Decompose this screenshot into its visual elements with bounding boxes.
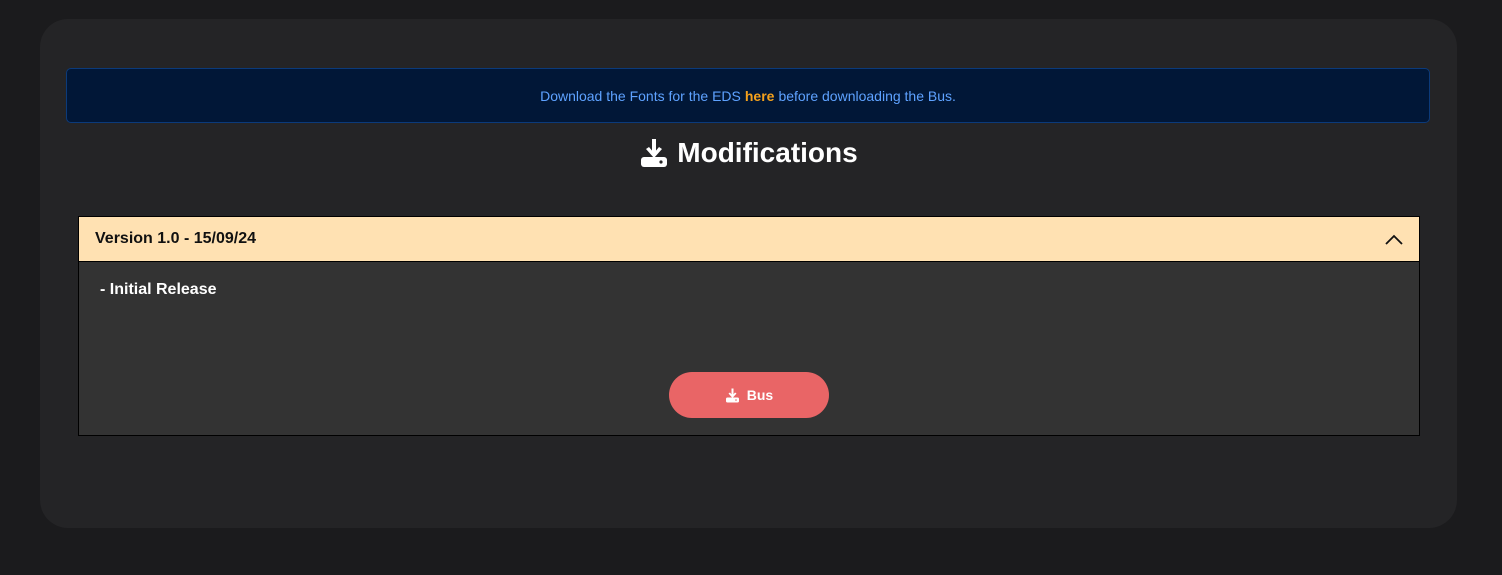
main-card: Download the Fonts for the EDS here befo… xyxy=(40,19,1457,528)
bus-download-button[interactable]: Bus xyxy=(669,372,829,418)
fonts-link[interactable]: here xyxy=(745,88,775,104)
chevron-up-icon[interactable] xyxy=(1385,233,1403,245)
download-icon xyxy=(641,139,668,167)
page-heading: Modifications xyxy=(40,137,1457,169)
notice-suffix: before downloading the Bus. xyxy=(778,87,956,104)
notice-prefix: Download the Fonts for the EDS xyxy=(540,87,741,104)
download-icon xyxy=(725,388,739,402)
version-accordion: Version 1.0 - 15/09/24 - Initial Release… xyxy=(78,216,1420,436)
release-notes: - Initial Release xyxy=(100,281,217,298)
page-title: Modifications xyxy=(677,137,858,168)
accordion-header[interactable]: Version 1.0 - 15/09/24 xyxy=(79,217,1419,262)
accordion-title: Version 1.0 - 15/09/24 xyxy=(95,230,256,247)
bus-button-label: Bus xyxy=(746,387,774,403)
fonts-notice: Download the Fonts for the EDS here befo… xyxy=(66,68,1430,123)
